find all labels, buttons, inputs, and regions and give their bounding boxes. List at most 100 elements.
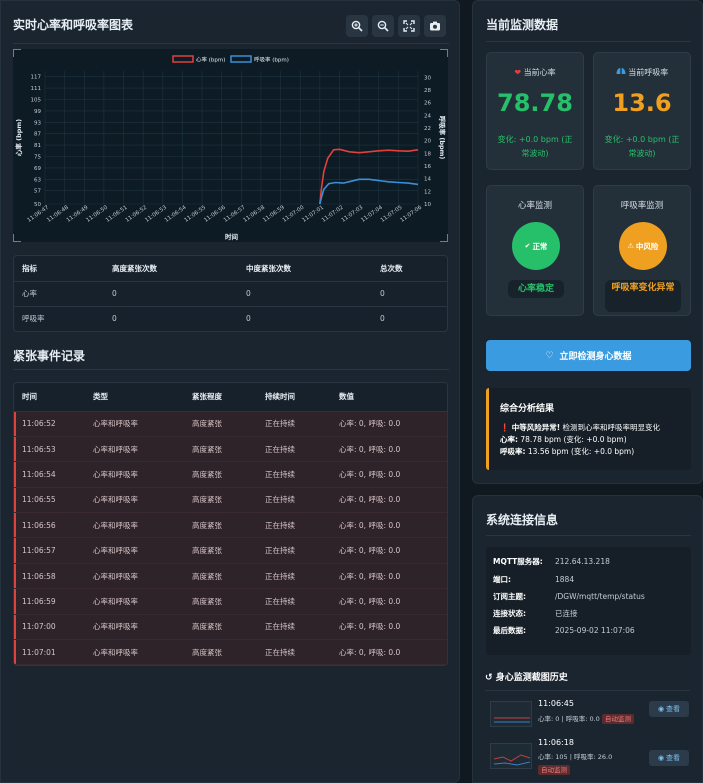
history-item[interactable]: 11:06:45 心率: 0 | 呼吸率: 0.0 自动监测 ◉ 查看 bbox=[485, 695, 689, 731]
x-axis-title: 时间 bbox=[225, 232, 239, 241]
chart-area[interactable]: 50 57 63 69 75 81 87 93 99 105 111 117 10 12 14 16 18 20 2… bbox=[13, 49, 448, 242]
event-cell: 心率: 0, 呼吸: 0.0 bbox=[331, 487, 447, 514]
events-header-row: 时间 类型 紧张程度 持续时间 数值 bbox=[14, 383, 447, 412]
heart-rate-status: 正常 bbox=[532, 241, 548, 251]
events-header: 数值 bbox=[331, 383, 447, 412]
fullscreen-button[interactable] bbox=[398, 15, 420, 37]
table-row: 11:06:57 心率和呼吸率 高度紧张 正在持续 心率: 0, 呼吸: 0.0 bbox=[14, 537, 447, 564]
analysis-rr-label: 呼吸率: bbox=[500, 447, 526, 456]
events-header: 持续时间 bbox=[257, 383, 331, 412]
history-icon: ↺ bbox=[485, 673, 493, 683]
table-row: 11:06:55 心率和呼吸率 高度紧张 正在持续 心率: 0, 呼吸: 0.0 bbox=[14, 487, 447, 514]
event-cell: 心率和呼吸率 bbox=[85, 588, 184, 615]
history-item[interactable]: 11:06:18 心率: 105 | 呼吸率: 26.0 自动监测 ◉ 查看 bbox=[485, 737, 689, 779]
table-row: 11:06:59 心率和呼吸率 高度紧张 正在持续 心率: 0, 呼吸: 0.0 bbox=[14, 588, 447, 615]
topic-row: 订阅主题: /DGW/mqtt/temp/status bbox=[493, 591, 645, 602]
event-cell: 正在持续 bbox=[257, 436, 331, 463]
event-cell: 11:06:56 bbox=[14, 512, 85, 539]
corner-decoration bbox=[440, 49, 448, 57]
event-cell: 11:06:55 bbox=[14, 487, 85, 514]
event-cell: 高度紧张 bbox=[184, 639, 257, 666]
event-cell: 心率和呼吸率 bbox=[85, 487, 184, 514]
history-detail-line: 心率: 0 | 呼吸率: 0.0 自动监测 bbox=[538, 713, 634, 724]
event-cell: 心率和呼吸率 bbox=[85, 537, 184, 564]
respiration-status-text: 呼吸率变化异常 bbox=[605, 280, 681, 312]
zoom-in-button[interactable] bbox=[346, 15, 368, 37]
stats-cell: 0 bbox=[380, 314, 385, 324]
y-tick-label-right: 26 bbox=[424, 101, 431, 107]
history-view-button[interactable]: ◉ 查看 bbox=[649, 750, 689, 766]
history-detail: 心率: 105 | 呼吸率: 26.0 bbox=[538, 753, 613, 761]
alert-icon: ⚠ bbox=[627, 242, 634, 250]
respiration-monitor-card: 呼吸率监测 ⚠ 中风险 呼吸率变化异常 bbox=[593, 185, 691, 316]
stats-header: 中度紧张次数 bbox=[238, 256, 372, 282]
event-cell: 11:06:54 bbox=[14, 461, 85, 488]
heart-icon: ❤ bbox=[514, 68, 522, 77]
event-cell: 高度紧张 bbox=[184, 588, 257, 615]
analysis-box: 综合分析结果 ❗ 中等风险异常! 检测到心率和呼吸率明显变化 心率: 78.78… bbox=[486, 388, 691, 470]
eye-icon: ◉ bbox=[657, 705, 665, 713]
event-cell: 心率和呼吸率 bbox=[85, 411, 184, 437]
info-value: 已连接 bbox=[555, 609, 578, 618]
chart-title: 实时心率和呼吸率图表 bbox=[13, 18, 134, 32]
analysis-hr: 78.78 bpm (变化: +0.0 bpm) bbox=[520, 435, 627, 444]
respiration-change: 变化: +0.0 bpm (正常波动) bbox=[604, 135, 680, 158]
zoom-out-button[interactable] bbox=[372, 15, 394, 37]
thumbnail-chart-icon bbox=[493, 754, 531, 766]
connection-title: 系统连接信息 bbox=[486, 513, 559, 527]
event-cell: 心率: 0, 呼吸: 0.0 bbox=[331, 614, 447, 641]
table-row: 11:06:54 心率和呼吸率 高度紧张 正在持续 心率: 0, 呼吸: 0.0 bbox=[14, 461, 447, 488]
respiration-value: 13.6 bbox=[612, 89, 672, 117]
heart-rate-card: ❤ 当前心率 78.78 变化: +0.0 bpm (正常波动) bbox=[486, 52, 584, 170]
event-cell: 高度紧张 bbox=[184, 614, 257, 641]
respiration-card: 当前呼吸率 13.6 变化: +0.0 bpm (正常波动) bbox=[593, 52, 691, 170]
y-tick-label-left: 111 bbox=[31, 86, 42, 92]
y-tick-label-left: 99 bbox=[34, 109, 41, 115]
stats-cell: 0 bbox=[238, 281, 372, 307]
event-cell: 正在持续 bbox=[257, 512, 331, 539]
zoom-in-icon bbox=[351, 20, 363, 32]
detect-now-button[interactable]: ♡ 立即检测身心数据 bbox=[486, 340, 691, 371]
chart-panel: 实时心率和呼吸率图表 50 57 63 69 75 81 87 93 99 105 111 117 10… bbox=[0, 0, 460, 783]
legend-label: 呼吸率 (bpm) bbox=[254, 56, 289, 64]
y-tick-label-right: 20 bbox=[424, 139, 431, 145]
history-thumbnail bbox=[490, 743, 532, 769]
camera-icon bbox=[430, 21, 440, 31]
info-key: 最后数据: bbox=[493, 626, 526, 635]
event-cell: 11:07:01 bbox=[14, 639, 85, 666]
history-title-row: ↺ 身心监测截图历史 bbox=[485, 670, 568, 683]
y-tick-label-left: 117 bbox=[31, 75, 42, 81]
analysis-hr-line: 心率: 78.78 bpm (变化: +0.0 bpm) bbox=[500, 434, 660, 446]
event-cell: 正在持续 bbox=[257, 487, 331, 514]
history-view-button[interactable]: ◉ 查看 bbox=[649, 701, 689, 717]
event-cell: 心率和呼吸率 bbox=[85, 563, 184, 590]
analysis-content: ❗ 中等风险异常! 检测到心率和呼吸率明显变化 心率: 78.78 bpm (变… bbox=[500, 422, 660, 458]
event-cell: 高度紧张 bbox=[184, 411, 257, 437]
legend-swatch bbox=[230, 55, 252, 63]
info-key: 端口: bbox=[493, 575, 511, 584]
stats-cell: 呼吸率 bbox=[22, 314, 45, 324]
analysis-rr: 13.56 bpm (变化: +0.0 bpm) bbox=[527, 447, 635, 456]
analysis-alert-line: ❗ 中等风险异常! 检测到心率和呼吸率明显变化 bbox=[500, 422, 660, 434]
event-cell: 11:06:59 bbox=[14, 588, 85, 615]
table-row: 呼吸率 0 0 0 bbox=[14, 306, 447, 331]
y-tick-label-left: 105 bbox=[31, 98, 42, 104]
stats-header: 总次数 bbox=[372, 256, 447, 282]
event-cell: 正在持续 bbox=[257, 411, 331, 437]
event-cell: 高度紧张 bbox=[184, 512, 257, 539]
event-cell: 高度紧张 bbox=[184, 563, 257, 590]
info-key: 订阅主题: bbox=[493, 592, 526, 601]
event-cell: 11:06:57 bbox=[14, 537, 85, 564]
line-chart: 50 57 63 69 75 81 87 93 99 105 111 117 10 12 14 16 18 20 2… bbox=[14, 55, 447, 241]
screenshot-button[interactable] bbox=[424, 15, 446, 37]
heart-rate-label: 当前心率 bbox=[523, 68, 556, 77]
corner-decoration bbox=[13, 234, 21, 242]
history-time: 11:06:45 bbox=[538, 699, 574, 708]
y-tick-label-right: 16 bbox=[424, 164, 431, 170]
y-tick-label-left: 69 bbox=[34, 166, 41, 172]
y-tick-label-right: 18 bbox=[424, 151, 431, 157]
y-tick-label-right: 22 bbox=[424, 126, 431, 132]
event-cell: 心率和呼吸率 bbox=[85, 512, 184, 539]
monitor-panel: 当前监测数据 ❤ 当前心率 78.78 变化: +0.0 bpm (正常波动) … bbox=[472, 0, 703, 484]
y-tick-label-right: 28 bbox=[424, 88, 431, 94]
